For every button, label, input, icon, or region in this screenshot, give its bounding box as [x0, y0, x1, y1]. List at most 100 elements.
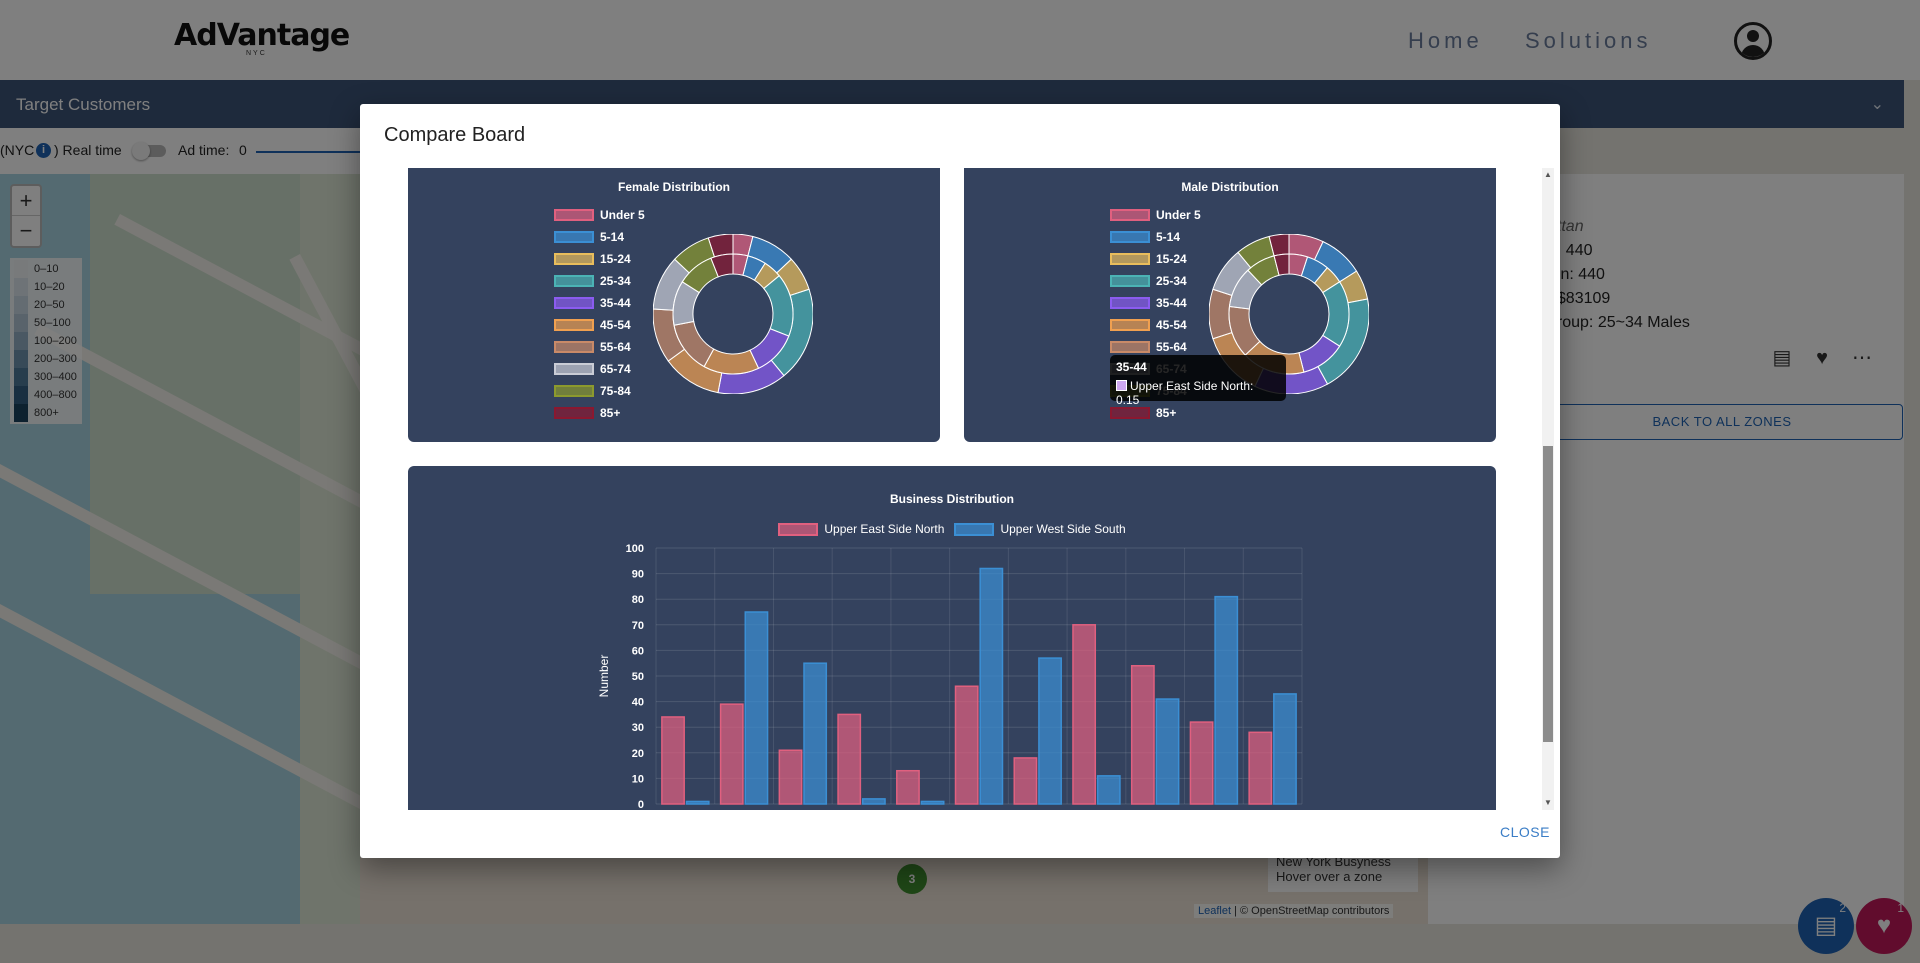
male-legend-item[interactable]: Under 5 — [1110, 204, 1201, 226]
female-legend-label: 25-34 — [600, 274, 631, 288]
female-legend-item[interactable]: 65-74 — [554, 358, 645, 380]
female-legend-item[interactable]: 75-84 — [554, 380, 645, 402]
tooltip-line: Upper East Side North: 0.15 — [1116, 379, 1280, 407]
female-legend-swatch — [554, 385, 594, 397]
male-legend-label: 5-14 — [1156, 230, 1181, 244]
y-tick-label: 30 — [632, 722, 644, 734]
female-legend-label: 75-84 — [600, 384, 631, 398]
male-legend-swatch — [1110, 209, 1150, 221]
male-legend-item[interactable]: 15-24 — [1110, 248, 1201, 270]
female-legend-label: 15-24 — [600, 252, 631, 266]
business-bar[interactable] — [954, 685, 979, 805]
male-legend-swatch — [1110, 231, 1150, 243]
business-bar[interactable] — [979, 567, 1004, 805]
business-bar[interactable] — [719, 703, 744, 805]
business-bar[interactable] — [861, 798, 886, 805]
female-legend-swatch — [554, 297, 594, 309]
female-legend-item[interactable]: 5-14 — [554, 226, 645, 248]
male-legend-swatch — [1110, 319, 1150, 331]
business-bar[interactable] — [778, 749, 803, 805]
female-legend: Under 5 5-14 15-24 25-34 35-44 45-54 55-64 65-7… — [554, 204, 645, 424]
female-legend-item[interactable]: Under 5 — [554, 204, 645, 226]
female-legend-label: 55-64 — [600, 340, 631, 354]
chart-tooltip: 35-44 Upper East Side North: 0.15 — [1110, 355, 1286, 407]
y-tick-label: 90 — [632, 569, 644, 581]
female-legend-swatch — [554, 319, 594, 331]
y-tick-label: 20 — [632, 748, 644, 760]
male-legend-label: 85+ — [1156, 406, 1177, 420]
male-legend-label: 35-44 — [1156, 296, 1187, 310]
male-legend-swatch — [1110, 297, 1150, 309]
scroll-up-arrow[interactable]: ▲ — [1542, 168, 1554, 182]
male-legend-item[interactable]: 35-44 — [1110, 292, 1201, 314]
female-donut-chart[interactable] — [653, 234, 813, 394]
scroll-down-arrow[interactable]: ▼ — [1542, 796, 1554, 810]
male-legend-swatch — [1110, 341, 1150, 353]
male-legend-item[interactable]: 25-34 — [1110, 270, 1201, 292]
business-bar-chart[interactable]: 1009080706050403020100Number — [408, 466, 1496, 810]
business-bar[interactable] — [1189, 721, 1214, 805]
female-legend-swatch — [554, 253, 594, 265]
female-legend-swatch — [554, 407, 594, 419]
female-legend-label: 35-44 — [600, 296, 631, 310]
male-legend-label: 55-64 — [1156, 340, 1187, 354]
tooltip-value: Upper East Side North: 0.15 — [1116, 379, 1254, 407]
y-tick-label: 50 — [632, 671, 644, 683]
business-bar[interactable] — [661, 716, 685, 805]
female-legend-item[interactable]: 15-24 — [554, 248, 645, 270]
dialog-title: Compare Board — [384, 124, 526, 146]
business-bar[interactable] — [1072, 624, 1097, 805]
close-button[interactable]: CLOSE — [1500, 824, 1550, 840]
business-bar[interactable] — [1096, 775, 1121, 805]
male-legend-item[interactable]: 5-14 — [1110, 226, 1201, 248]
male-donut-slice[interactable] — [1322, 281, 1350, 347]
male-legend-swatch — [1110, 407, 1150, 419]
female-legend-swatch — [554, 209, 594, 221]
female-legend-label: Under 5 — [600, 208, 645, 222]
dialog-scrollbar[interactable]: ▲ ▼ — [1542, 168, 1554, 810]
business-bar[interactable] — [920, 800, 945, 805]
y-tick-label: 70 — [632, 620, 644, 632]
business-bar[interactable] — [896, 769, 920, 805]
female-legend-item[interactable]: 45-54 — [554, 314, 645, 336]
female-legend-item[interactable]: 25-34 — [554, 270, 645, 292]
female-legend-swatch — [554, 275, 594, 287]
business-bar[interactable] — [837, 713, 862, 805]
business-bar[interactable] — [1273, 693, 1297, 805]
scrollbar-thumb[interactable] — [1543, 446, 1553, 742]
tooltip-swatch — [1116, 380, 1127, 391]
y-tick-label: 60 — [632, 645, 644, 657]
female-legend-label: 5-14 — [600, 230, 625, 244]
compare-board-dialog: Compare Board Female Distribution Under … — [360, 104, 1560, 858]
business-bar[interactable] — [1248, 731, 1273, 805]
female-legend-swatch — [554, 363, 594, 375]
y-tick-label: 100 — [626, 543, 644, 555]
male-legend-label: 15-24 — [1156, 252, 1187, 266]
female-legend-label: 45-54 — [600, 318, 631, 332]
business-distribution-card: Business Distribution Upper East Side No… — [408, 466, 1496, 810]
tooltip-title: 35-44 — [1116, 360, 1147, 374]
dialog-content[interactable]: Female Distribution Under 5 5-14 15-24 25-3… — [408, 168, 1520, 810]
business-bar[interactable] — [1214, 595, 1239, 805]
male-legend-label: 25-34 — [1156, 274, 1187, 288]
y-axis-label: Number — [597, 655, 611, 698]
business-bar[interactable] — [685, 800, 710, 805]
y-tick-label: 80 — [632, 594, 644, 606]
male-chart-title: Male Distribution — [1181, 180, 1279, 194]
female-legend-item[interactable]: 55-64 — [554, 336, 645, 358]
business-bar[interactable] — [803, 662, 828, 805]
y-tick-label: 10 — [632, 773, 644, 785]
business-bar[interactable] — [1013, 757, 1038, 805]
female-chart-title: Female Distribution — [617, 180, 730, 194]
male-legend-item[interactable]: 45-54 — [1110, 314, 1201, 336]
female-distribution-card: Female Distribution Under 5 5-14 15-24 25-3… — [408, 168, 940, 442]
male-legend-label: Under 5 — [1156, 208, 1201, 222]
female-legend-item[interactable]: 85+ — [554, 402, 645, 424]
female-legend-item[interactable]: 35-44 — [554, 292, 645, 314]
business-bar[interactable] — [744, 611, 769, 805]
business-bar[interactable] — [1155, 698, 1180, 805]
business-bar[interactable] — [1038, 657, 1062, 805]
male-legend-label: 45-54 — [1156, 318, 1187, 332]
female-donut-slice[interactable] — [703, 348, 760, 375]
business-bar[interactable] — [1130, 665, 1155, 805]
